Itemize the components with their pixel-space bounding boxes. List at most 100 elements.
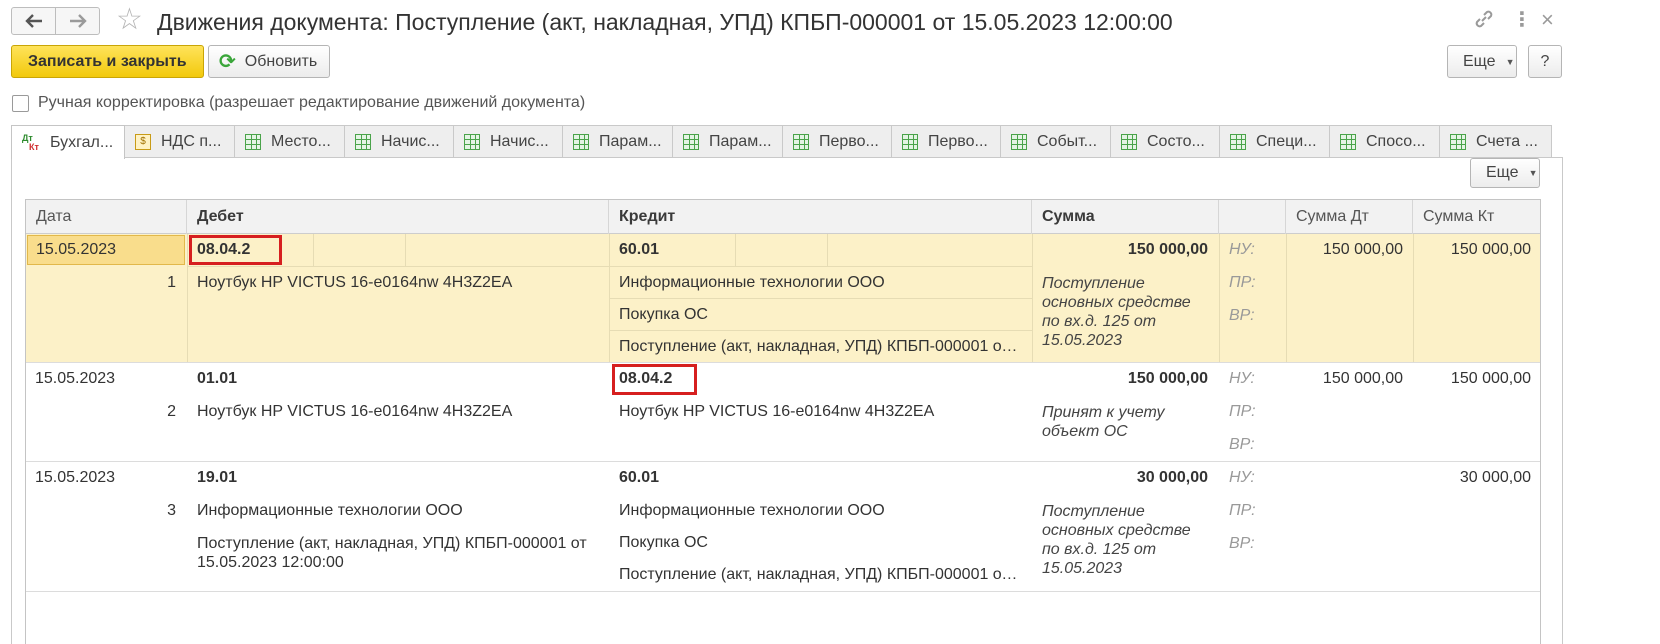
tab-register-13[interactable]: Спосо... xyxy=(1329,125,1440,157)
caret-down-icon: ▼ xyxy=(1528,168,1538,178)
page-title: Движения документа: Поступление (акт, на… xyxy=(157,9,1173,35)
more-label: Еще xyxy=(1463,52,1496,70)
grid-more-button[interactable]: Еще ▼ xyxy=(1470,158,1540,188)
date-cell[interactable]: 15.05.2023 xyxy=(27,235,185,265)
manual-correction-checkbox[interactable] xyxy=(12,95,29,112)
credit-account[interactable]: 60.01 xyxy=(619,241,659,259)
credit-account[interactable]: 60.01 xyxy=(619,469,659,487)
table-icon xyxy=(1230,133,1246,150)
tab-register-6[interactable]: Парам... xyxy=(562,125,673,157)
debit-subconto-1[interactable]: Ноутбук HP VICTUS 16-e0164nw 4H3Z2EA xyxy=(197,274,512,292)
tab-label: Счета ... xyxy=(1476,132,1538,150)
column-header-credit[interactable]: Кредит xyxy=(609,200,1032,234)
more-label: Еще xyxy=(1486,164,1519,181)
tab-label: Бухгал... xyxy=(50,133,114,151)
tab-label: Перво... xyxy=(928,132,988,150)
dt-kt-icon: Дт Кт xyxy=(22,132,39,152)
sum-dt-cell[interactable]: 150 000,00 xyxy=(1286,241,1403,259)
refresh-icon: ⟳ xyxy=(219,51,236,73)
debit-account[interactable]: 01.01 xyxy=(197,370,237,388)
close-icon[interactable]: × xyxy=(1541,8,1554,32)
permanent-diff-tag: ПР: xyxy=(1229,502,1256,519)
entry-content[interactable]: Принят к учету объект ОС xyxy=(1042,403,1212,441)
entry-content[interactable]: Поступление основных средстве по вх.д. 1… xyxy=(1042,502,1212,578)
sum-kt-cell[interactable]: 150 000,00 xyxy=(1413,370,1531,388)
credit-subconto-1[interactable]: Информационные технологии ООО xyxy=(619,274,885,292)
tax-accounting-tag: НУ: xyxy=(1229,370,1255,387)
sum-cell[interactable]: 30 000,00 xyxy=(1032,469,1208,487)
column-header-blank[interactable] xyxy=(1219,200,1286,234)
tab-register-8[interactable]: Перво... xyxy=(782,125,892,157)
tab-label: НДС п... xyxy=(161,132,222,150)
table-icon xyxy=(1450,133,1466,150)
column-header-debit[interactable]: Дебет xyxy=(187,200,609,234)
debit-subconto-1[interactable]: Информационные технологии ООО xyxy=(197,502,463,520)
tab-register-12[interactable]: Специ... xyxy=(1219,125,1330,157)
sum-dt-cell[interactable]: 150 000,00 xyxy=(1286,370,1403,388)
sum-kt-cell[interactable]: 30 000,00 xyxy=(1413,469,1531,487)
favorite-star-icon[interactable]: ☆ xyxy=(116,5,143,35)
tab-register-9[interactable]: Перво... xyxy=(891,125,1001,157)
temporary-diff-tag: ВР: xyxy=(1229,436,1255,453)
tab-label: Состо... xyxy=(1147,132,1205,150)
debit-subconto-2[interactable]: Поступление (акт, накладная, УПД) КПБП-0… xyxy=(197,534,602,572)
tab-register-7[interactable]: Парам... xyxy=(672,125,783,157)
column-header-sum[interactable]: Сумма xyxy=(1032,200,1219,234)
temporary-diff-tag: ВР: xyxy=(1229,307,1255,324)
arrow-right-icon xyxy=(69,14,87,28)
credit-subconto-2[interactable]: Покупка ОС xyxy=(619,306,708,324)
date-cell[interactable]: 15.05.2023 xyxy=(35,469,115,487)
tab-vat[interactable]: $ НДС п... xyxy=(124,125,235,157)
sum-cell[interactable]: 150 000,00 xyxy=(1032,241,1208,259)
tab-register-10[interactable]: Событ... xyxy=(1000,125,1111,157)
date-cell[interactable]: 15.05.2023 xyxy=(35,370,115,388)
credit-subconto-2[interactable]: Покупка ОС xyxy=(619,534,708,552)
table-icon xyxy=(683,133,699,150)
credit-subconto-1[interactable]: Ноутбук HP VICTUS 16-e0164nw 4H3Z2EA xyxy=(619,403,934,421)
tab-register-5[interactable]: Начис... xyxy=(453,125,563,157)
tab-register-14[interactable]: Счета ... xyxy=(1439,125,1552,157)
debit-account[interactable]: 19.01 xyxy=(197,469,237,487)
table-icon xyxy=(1121,133,1137,150)
refresh-button[interactable]: ⟳ Обновить xyxy=(208,45,330,78)
tax-accounting-tag: НУ: xyxy=(1229,241,1255,258)
temporary-diff-tag: ВР: xyxy=(1229,535,1255,552)
table-icon xyxy=(355,133,371,150)
tab-label: Парам... xyxy=(599,132,662,150)
column-header-sum-kt[interactable]: Сумма Кт xyxy=(1413,200,1540,234)
column-header-sum-dt[interactable]: Сумма Дт xyxy=(1286,200,1413,234)
tab-register-3[interactable]: Место... xyxy=(234,125,345,157)
tab-accounting[interactable]: Дт Кт Бухгал... xyxy=(11,125,125,159)
tab-label: Перво... xyxy=(819,132,879,150)
entry-content[interactable]: Поступление основных средстве по вх.д. 1… xyxy=(1042,274,1212,350)
debit-subconto-1[interactable]: Ноутбук HP VICTUS 16-e0164nw 4H3Z2EA xyxy=(197,403,512,421)
more-button[interactable]: Еще ▼ xyxy=(1447,45,1517,78)
forward-button[interactable] xyxy=(55,7,100,35)
tab-register-4[interactable]: Начис... xyxy=(344,125,454,157)
column-header-date[interactable]: Дата xyxy=(26,200,187,234)
permanent-diff-tag: ПР: xyxy=(1229,274,1256,291)
link-icon[interactable] xyxy=(1473,8,1495,36)
table-icon xyxy=(464,133,480,150)
row-number: 1 xyxy=(167,274,176,291)
save-and-close-button[interactable]: Записать и закрыть xyxy=(11,45,204,78)
help-button[interactable]: ? xyxy=(1528,45,1562,78)
tab-register-11[interactable]: Состо... xyxy=(1110,125,1220,157)
table-row[interactable]: 15.05.2023 3 19.01 Информационные технол… xyxy=(26,462,1540,592)
table-icon xyxy=(245,133,261,150)
table-row[interactable]: 15.05.2023 1 08.04.2 Ноутбук HP VICTUS 1… xyxy=(26,234,1540,363)
highlight-frame xyxy=(612,364,697,395)
credit-subconto-3[interactable]: Поступление (акт, накладная, УПД) КПБП-0… xyxy=(619,566,1024,584)
kebab-menu-icon[interactable]: ⋮ xyxy=(1512,8,1532,32)
manual-correction-label: Ручная корректировка (разрешает редактир… xyxy=(38,94,586,111)
row-number: 3 xyxy=(167,502,176,519)
table-header: Дата Дебет Кредит Сумма Сумма Дт Сумма К… xyxy=(26,200,1540,234)
table-icon xyxy=(902,133,918,150)
table-row[interactable]: 15.05.2023 2 01.01 Ноутбук HP VICTUS 16-… xyxy=(26,363,1540,462)
credit-subconto-1[interactable]: Информационные технологии ООО xyxy=(619,502,885,520)
caret-down-icon: ▼ xyxy=(1505,56,1515,67)
back-button[interactable] xyxy=(11,7,56,35)
credit-subconto-3[interactable]: Поступление (акт, накладная, УПД) КПБП-0… xyxy=(619,338,1024,356)
sum-cell[interactable]: 150 000,00 xyxy=(1032,370,1208,388)
sum-kt-cell[interactable]: 150 000,00 xyxy=(1413,241,1531,259)
